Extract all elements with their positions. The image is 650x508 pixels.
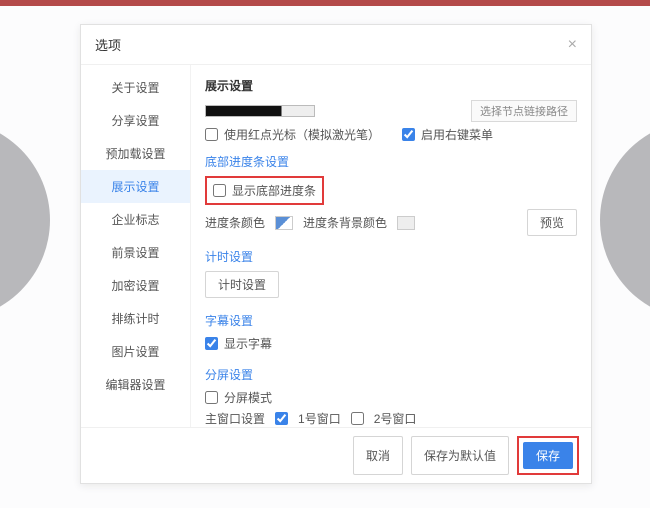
- window1-label: 1号窗口: [298, 410, 341, 427]
- split-mode-checkbox[interactable]: [205, 391, 218, 404]
- sidebar-item-share[interactable]: 分享设置: [81, 104, 190, 137]
- save-highlight: 保存: [517, 436, 579, 475]
- bar-color-label: 进度条颜色: [205, 214, 265, 231]
- window1-checkbox[interactable]: [275, 412, 288, 425]
- gradient-preview: [205, 105, 315, 117]
- split-mode-label: 分屏模式: [224, 389, 272, 406]
- right-click-label: 启用右键菜单: [421, 126, 493, 143]
- chapter-link-button[interactable]: 选择节点链接路径: [471, 100, 577, 122]
- preview-button[interactable]: 预览: [527, 209, 577, 236]
- right-click-checkbox[interactable]: [402, 128, 415, 141]
- progress-section-title: 底部进度条设置: [205, 153, 577, 170]
- timer-settings-button[interactable]: 计时设置: [205, 271, 279, 298]
- sidebar-item-display[interactable]: 展示设置: [81, 170, 190, 203]
- bg-color-label: 进度条背景颜色: [303, 214, 387, 231]
- dialog-header: 选项 ×: [81, 25, 591, 65]
- timer-section-title: 计时设置: [205, 248, 577, 265]
- settings-content: 展示设置 选择节点链接路径 使用红点光标（模拟激光笔） 启用右键菜单 底部进度条…: [191, 65, 591, 427]
- sidebar-item-rehearsal[interactable]: 排练计时: [81, 302, 190, 335]
- cancel-button[interactable]: 取消: [353, 436, 403, 475]
- dialog-footer: 取消 保存为默认值 保存: [81, 427, 591, 483]
- show-progress-label: 显示底部进度条: [232, 182, 316, 199]
- sidebar-item-foreground[interactable]: 前景设置: [81, 236, 190, 269]
- display-section-title: 展示设置: [205, 77, 577, 94]
- red-cursor-checkbox[interactable]: [205, 128, 218, 141]
- sidebar-item-encrypt[interactable]: 加密设置: [81, 269, 190, 302]
- show-progress-highlight: 显示底部进度条: [205, 176, 324, 205]
- split-section-title: 分屏设置: [205, 366, 577, 383]
- main-window-label: 主窗口设置: [205, 410, 265, 427]
- sidebar-item-logo[interactable]: 企业标志: [81, 203, 190, 236]
- bar-color-swatch[interactable]: [275, 216, 293, 230]
- sidebar-item-about[interactable]: 关于设置: [81, 71, 190, 104]
- window2-label: 2号窗口: [374, 410, 417, 427]
- subtitle-section-title: 字幕设置: [205, 312, 577, 329]
- bg-color-swatch[interactable]: [397, 216, 415, 230]
- sidebar-item-preload[interactable]: 预加载设置: [81, 137, 190, 170]
- red-cursor-label: 使用红点光标（模拟激光笔）: [224, 126, 380, 143]
- window2-checkbox[interactable]: [351, 412, 364, 425]
- save-default-button[interactable]: 保存为默认值: [411, 436, 509, 475]
- settings-sidebar: 关于设置 分享设置 预加载设置 展示设置 企业标志 前景设置 加密设置 排练计时…: [81, 65, 191, 427]
- dialog-title: 选项: [95, 35, 121, 54]
- show-progress-checkbox[interactable]: [213, 184, 226, 197]
- show-subtitle-checkbox[interactable]: [205, 337, 218, 350]
- sidebar-item-image[interactable]: 图片设置: [81, 335, 190, 368]
- save-button[interactable]: 保存: [523, 442, 573, 469]
- options-dialog: 选项 × 关于设置 分享设置 预加载设置 展示设置 企业标志 前景设置 加密设置…: [80, 24, 592, 484]
- sidebar-item-editor[interactable]: 编辑器设置: [81, 368, 190, 401]
- close-icon[interactable]: ×: [568, 37, 577, 53]
- show-subtitle-label: 显示字幕: [224, 335, 272, 352]
